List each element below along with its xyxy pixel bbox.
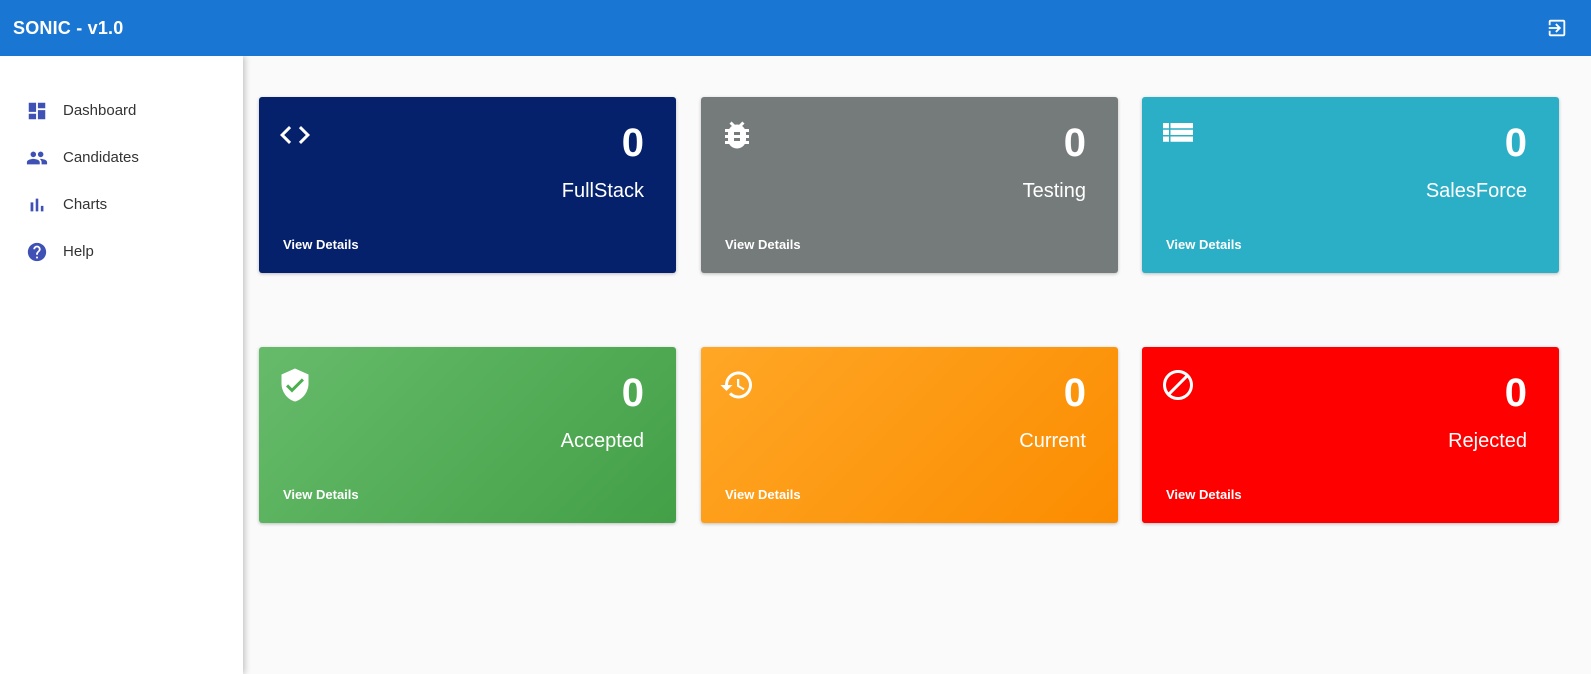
view-details-link[interactable]: View Details xyxy=(725,487,801,502)
card-label: Testing xyxy=(1022,180,1086,202)
history-icon xyxy=(719,367,755,403)
app-title: SONIC - v1.0 xyxy=(13,17,124,38)
card-label: Accepted xyxy=(560,430,644,452)
list-icon xyxy=(1160,117,1196,153)
sidebar-item-charts[interactable]: Charts xyxy=(0,181,243,228)
card-testing: 0 Testing View Details xyxy=(701,97,1118,273)
sidebar-item-candidates[interactable]: Candidates xyxy=(0,134,243,181)
people-icon xyxy=(25,146,49,170)
bug-icon xyxy=(719,117,755,153)
card-count: 0 xyxy=(1504,121,1527,165)
card-label: FullStack xyxy=(561,180,644,202)
sidebar-item-label: Dashboard xyxy=(63,102,137,119)
card-count: 0 xyxy=(1504,371,1527,415)
help-icon xyxy=(25,240,49,264)
sidebar: Dashboard Candidates Charts Help xyxy=(0,56,243,674)
card-salesforce: 0 SalesForce View Details xyxy=(1142,97,1559,273)
card-label: Current xyxy=(1019,430,1086,452)
top-app-bar: SONIC - v1.0 xyxy=(0,0,1591,56)
card-rejected: 0 Rejected View Details xyxy=(1142,347,1559,523)
view-details-link[interactable]: View Details xyxy=(1166,237,1242,252)
dashboard-main: 0 FullStack View Details 0 Testing View … xyxy=(243,56,1591,674)
card-count: 0 xyxy=(621,371,644,415)
card-label: Rejected xyxy=(1448,430,1527,452)
view-details-link[interactable]: View Details xyxy=(725,237,801,252)
shield-check-icon xyxy=(277,367,313,403)
sidebar-item-dashboard[interactable]: Dashboard xyxy=(0,87,243,134)
card-label: SalesForce xyxy=(1425,180,1527,202)
block-icon xyxy=(1160,367,1196,403)
sidebar-item-help[interactable]: Help xyxy=(0,228,243,275)
view-details-link[interactable]: View Details xyxy=(283,237,359,252)
view-details-link[interactable]: View Details xyxy=(283,487,359,502)
dashboard-icon xyxy=(25,99,49,123)
card-count: 0 xyxy=(1063,121,1086,165)
sidebar-item-label: Candidates xyxy=(63,149,139,166)
view-details-link[interactable]: View Details xyxy=(1166,487,1242,502)
card-count: 0 xyxy=(621,121,644,165)
card-current: 0 Current View Details xyxy=(701,347,1118,523)
card-accepted: 0 Accepted View Details xyxy=(259,347,676,523)
logout-icon[interactable] xyxy=(1545,16,1569,40)
sidebar-item-label: Charts xyxy=(63,196,108,213)
card-fullstack: 0 FullStack View Details xyxy=(259,97,676,273)
code-icon xyxy=(277,117,313,153)
bar-chart-icon xyxy=(25,193,49,217)
card-count: 0 xyxy=(1063,371,1086,415)
sidebar-item-label: Help xyxy=(63,243,94,260)
